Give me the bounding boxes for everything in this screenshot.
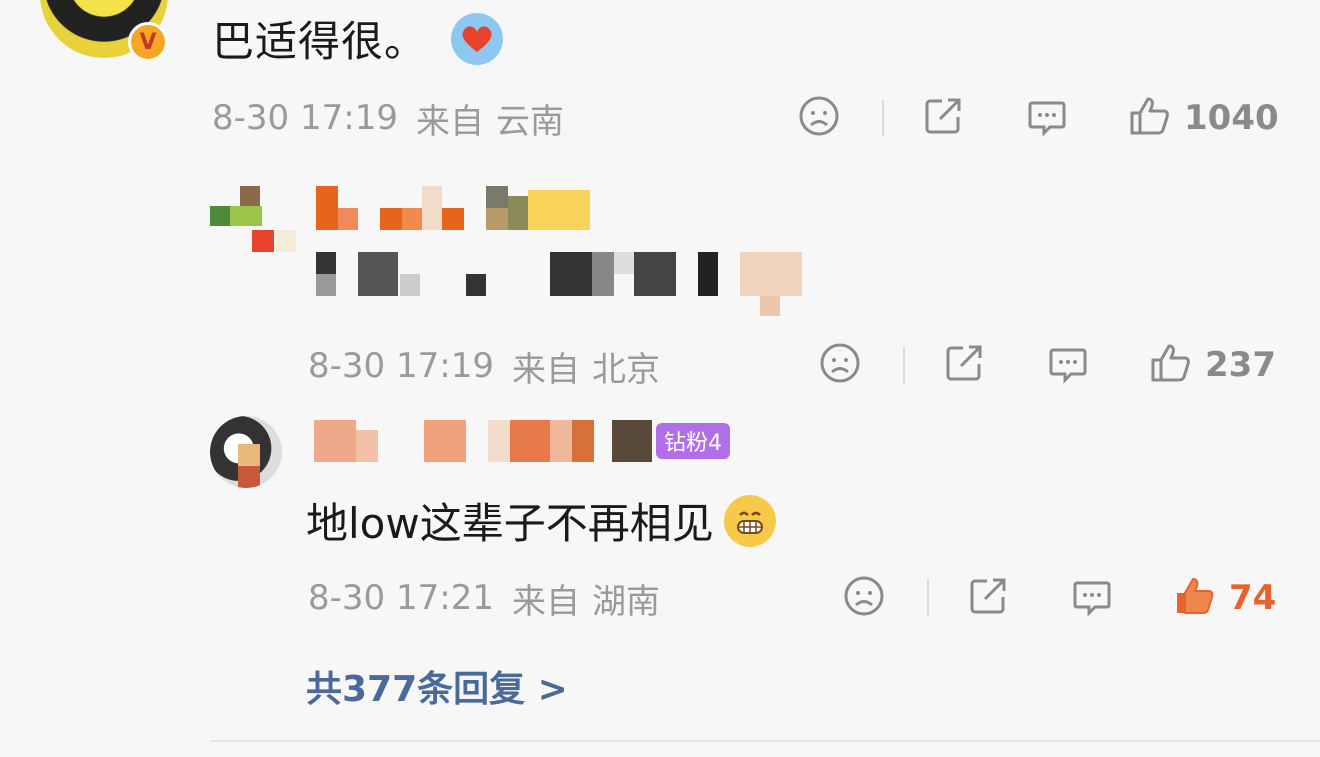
username-pixelated[interactable] — [316, 186, 606, 232]
divider — [927, 580, 929, 616]
avatar[interactable] — [210, 416, 282, 488]
comment-thread: V 巴适得很。 8-30 17:19 来自 云南 1040 8-30 17:19… — [0, 0, 1320, 757]
like-icon-active[interactable] — [1173, 575, 1215, 621]
reply-time: 8-30 17:21 — [308, 578, 494, 618]
divider — [882, 100, 884, 136]
from-label: 来自 — [511, 349, 580, 390]
fan-badge: 钻粉4 — [656, 423, 730, 459]
from-label: 来自 — [511, 581, 580, 622]
share-icon[interactable] — [922, 95, 964, 141]
reply-text-pixelated — [316, 252, 806, 316]
comment-location: 云南 — [495, 101, 564, 142]
comment-icon[interactable] — [1071, 575, 1113, 621]
comment-actions: 1040 — [798, 96, 1279, 140]
reply-time: 8-30 17:19 — [308, 346, 494, 386]
dislike-icon[interactable] — [843, 575, 885, 621]
divider — [903, 347, 905, 383]
comment-icon[interactable] — [1026, 95, 1068, 141]
comment-text: 巴适得很。 — [212, 8, 504, 69]
reply-location: 北京 — [591, 349, 660, 390]
reply-actions: 74 — [843, 576, 1276, 620]
share-icon[interactable] — [967, 575, 1009, 621]
comment-icon[interactable] — [1047, 342, 1089, 388]
share-icon[interactable] — [943, 342, 985, 388]
grin-emoji-icon — [723, 494, 776, 547]
reply-meta: 8-30 17:21 来自 湖南 — [308, 578, 660, 622]
reply-location: 湖南 — [591, 581, 660, 622]
view-all-replies-link[interactable]: 共377条回复 > — [306, 660, 568, 712]
reply-text: 地low这辈子不再相见 — [306, 490, 776, 551]
like-count: 1040 — [1184, 98, 1279, 138]
divider — [210, 740, 1320, 742]
comment-time: 8-30 17:19 — [212, 98, 398, 138]
comment-text-content: 巴适得很。 — [212, 17, 428, 66]
comment-meta: 8-30 17:19 来自 云南 — [212, 98, 564, 142]
dislike-icon[interactable] — [819, 342, 861, 388]
like-count: 74 — [1229, 578, 1277, 618]
reply-actions: 237 — [819, 343, 1276, 387]
like-icon[interactable] — [1149, 342, 1191, 388]
verified-badge: V — [128, 22, 168, 62]
username-pixelated[interactable] — [314, 420, 654, 464]
dislike-icon[interactable] — [798, 95, 840, 141]
from-label: 来自 — [415, 101, 484, 142]
avatar[interactable] — [210, 186, 300, 256]
reply-meta: 8-30 17:19 来自 北京 — [308, 346, 660, 390]
heart-emoji-icon — [451, 12, 504, 65]
reply-text-content: 地low这辈子不再相见 — [306, 499, 714, 548]
like-count: 237 — [1205, 345, 1276, 385]
like-icon[interactable] — [1128, 95, 1170, 141]
